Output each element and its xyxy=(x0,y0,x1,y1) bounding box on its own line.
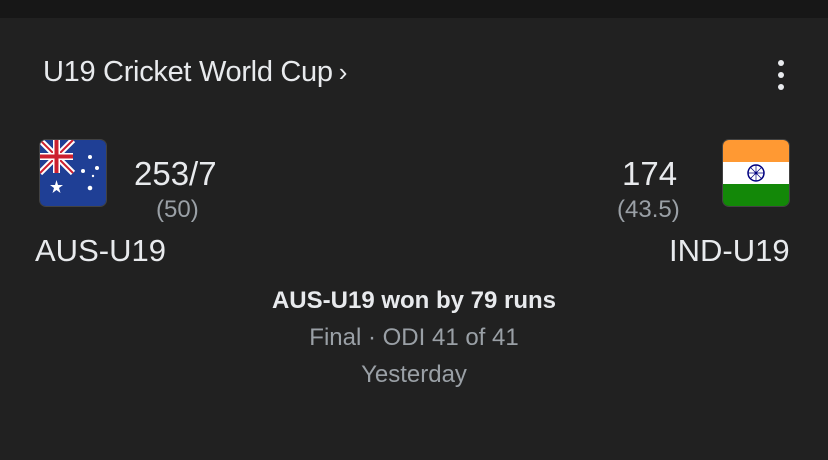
team2-name: IND-U19 xyxy=(669,233,790,268)
team2-score: 174 xyxy=(622,155,678,192)
more-vert-icon[interactable] xyxy=(770,60,792,90)
match-status: Final · ODI 41 of 41 xyxy=(309,324,519,351)
top-divider-strip xyxy=(0,0,828,18)
australia-flag-icon xyxy=(40,140,106,206)
chevron-right-icon: › xyxy=(338,57,348,87)
match-date: Yesterday xyxy=(361,361,467,388)
team1-name: AUS-U19 xyxy=(35,233,166,268)
tournament-title: U19 Cricket World Cup xyxy=(43,56,333,88)
match-result: AUS-U19 won by 79 runs xyxy=(271,287,557,314)
india-flag-icon xyxy=(723,140,789,206)
team2-overs: (43.5) xyxy=(617,196,680,223)
team1-score: 253/7 xyxy=(134,155,217,192)
team1-overs: (50) xyxy=(156,196,199,223)
tournament-link[interactable]: U19 Cricket World Cup › xyxy=(43,56,347,89)
